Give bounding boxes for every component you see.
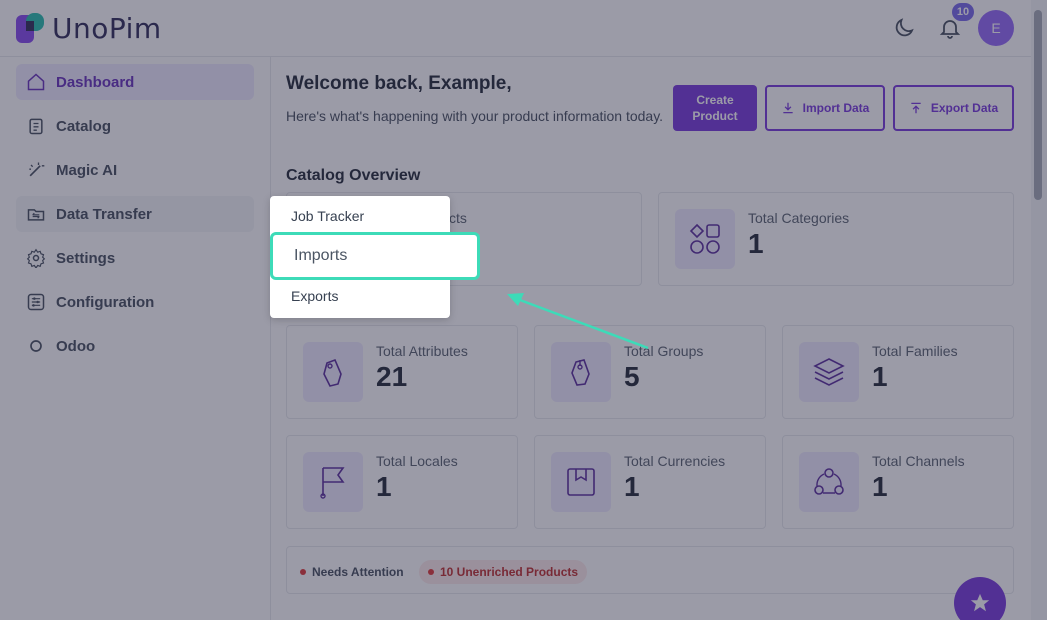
card-value: 1 <box>872 471 888 502</box>
magic-ai-fab-button[interactable] <box>954 577 1006 620</box>
page-title: Welcome back, Example, <box>286 73 512 94</box>
sidebar-item-catalog[interactable]: Catalog <box>16 108 254 144</box>
sidebar-item-label: Configuration <box>56 293 155 311</box>
card-value: 1 <box>624 471 640 502</box>
sidebar-item-label: Data Transfer <box>56 205 152 223</box>
total-attributes-card[interactable]: Total Attributes 21 <box>286 325 518 419</box>
submenu-item-job-tracker[interactable]: Job Tracker <box>270 200 450 232</box>
total-currencies-card[interactable]: Total Currencies 1 <box>534 435 766 529</box>
total-groups-card[interactable]: Total Groups 5 <box>534 325 766 419</box>
page-scrollbar-thumb[interactable] <box>1034 10 1042 200</box>
download-icon <box>782 102 793 114</box>
data-transfer-icon <box>25 203 47 225</box>
magic-wand-icon <box>25 159 47 181</box>
export-data-button[interactable]: Export Data <box>893 85 1014 131</box>
alert-dot-icon <box>428 569 434 575</box>
card-value: 21 <box>376 361 408 392</box>
sidebar-item-data-transfer[interactable]: Data Transfer <box>16 196 254 232</box>
top-header: UnoPim 10 E <box>0 0 1047 57</box>
sidebar-item-configuration[interactable]: Configuration <box>16 284 254 320</box>
unopim-logo-mark-icon <box>16 12 44 43</box>
sidebar-item-settings[interactable]: Settings <box>16 240 254 276</box>
create-product-button[interactable]: Create Product <box>673 85 757 131</box>
tag-icon <box>303 342 363 402</box>
sidebar-item-label: Magic AI <box>56 161 118 179</box>
total-channels-card[interactable]: Total Channels 1 <box>782 435 1014 529</box>
shapes-icon <box>675 209 735 269</box>
unenriched-products-label: 10 Unenriched Products <box>440 565 579 579</box>
unopim-logo[interactable]: UnoPim <box>16 12 162 45</box>
total-categories-card[interactable]: Total Categories 1 <box>658 192 1014 286</box>
export-data-label: Export Data <box>930 101 999 115</box>
card-value: 1 <box>872 361 888 392</box>
card-label: Total Currencies <box>624 453 726 469</box>
needs-attention-bar: Needs Attention 10 Unenriched Products <box>286 546 1014 594</box>
sidebar-item-magic-ai[interactable]: Magic AI <box>16 152 254 188</box>
gear-icon <box>25 247 47 269</box>
total-families-card[interactable]: Total Families 1 <box>782 325 1014 419</box>
sidebar-item-dashboard[interactable]: Dashboard <box>16 64 254 100</box>
home-icon <box>25 71 47 93</box>
sidebar-item-label: Catalog <box>56 117 112 135</box>
tag-group-icon <box>551 342 611 402</box>
card-label: Total Attributes <box>376 343 468 359</box>
channels-icon <box>799 452 859 512</box>
card-label: cts <box>449 210 467 226</box>
catalog-overview-title: Catalog Overview <box>286 167 421 184</box>
submenu-item-imports[interactable]: Imports <box>270 232 480 280</box>
upload-icon <box>911 102 921 114</box>
sidebar-item-odoo[interactable]: Odoo <box>16 328 254 364</box>
unenriched-products-badge[interactable]: 10 Unenriched Products <box>419 560 588 584</box>
alert-dot-icon <box>300 569 306 575</box>
logo-text: UnoPim <box>52 12 162 45</box>
card-label: Total Channels <box>872 453 965 469</box>
card-label: Total Categories <box>748 210 850 226</box>
currency-icon <box>551 452 611 512</box>
sidebar-item-label: Dashboard <box>56 73 135 91</box>
notification-count-badge: 10 <box>952 3 974 21</box>
card-label: Total Locales <box>376 453 458 469</box>
sidebar-item-label: Odoo <box>56 337 96 355</box>
needs-attention-pill: Needs Attention <box>291 560 413 584</box>
layers-icon <box>799 342 859 402</box>
card-value: 1 <box>748 228 764 259</box>
card-label: Total Families <box>872 343 958 359</box>
sliders-icon <box>25 291 47 313</box>
import-data-label: Import Data <box>802 101 870 115</box>
dark-mode-moon-icon[interactable] <box>890 14 918 42</box>
sidebar-item-label: Settings <box>56 249 116 267</box>
needs-attention-label: Needs Attention <box>312 565 404 579</box>
user-avatar[interactable]: E <box>978 10 1014 46</box>
card-value: 1 <box>376 471 392 502</box>
submenu-item-exports[interactable]: Exports <box>270 280 450 312</box>
card-value: 5 <box>624 361 640 392</box>
circle-icon <box>25 335 47 357</box>
clipboard-icon <box>25 115 47 137</box>
star-icon <box>970 593 990 612</box>
import-data-button[interactable]: Import Data <box>765 85 885 131</box>
flag-icon <box>303 452 363 512</box>
main-content: Welcome back, Example, Here's what's hap… <box>271 57 1031 620</box>
sidebar: Dashboard Catalog Magic AI Data Transfer… <box>0 57 271 620</box>
total-locales-card[interactable]: Total Locales 1 <box>286 435 518 529</box>
card-label: Total Groups <box>624 343 704 359</box>
page-subtitle: Here's what's happening with your produc… <box>286 108 664 124</box>
